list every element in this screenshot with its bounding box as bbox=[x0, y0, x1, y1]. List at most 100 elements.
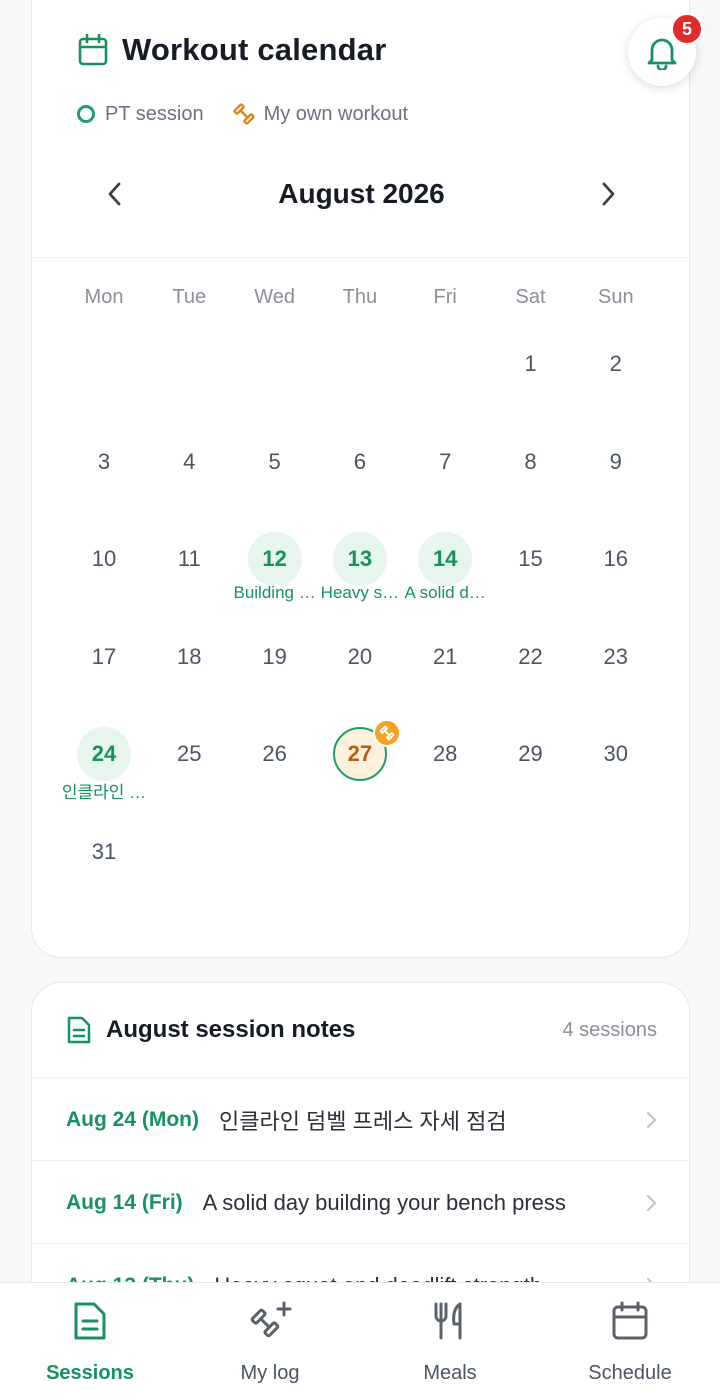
tab-my-log[interactable]: My log bbox=[180, 1283, 360, 1400]
calendar-day-3[interactable]: 3 bbox=[64, 434, 144, 490]
day-number: 13 bbox=[332, 532, 387, 586]
day-number: 17 bbox=[91, 643, 117, 669]
chevron-left-icon bbox=[108, 182, 121, 206]
day-number: 26 bbox=[262, 741, 287, 766]
session-note-row[interactable]: Aug 14 (Fri) A solid day building your be… bbox=[32, 1160, 689, 1244]
calendar-icon bbox=[78, 34, 108, 66]
weekday-header: Fri bbox=[433, 286, 457, 308]
calendar-day-23[interactable]: 23 bbox=[576, 629, 656, 685]
day-number: 12 bbox=[247, 532, 302, 586]
calendar-day-8[interactable]: 8 bbox=[491, 434, 571, 490]
calendar-day-25[interactable]: 25 bbox=[149, 726, 229, 782]
day-number: 3 bbox=[97, 448, 111, 474]
tab-sessions[interactable]: Sessions bbox=[0, 1283, 180, 1400]
document-icon bbox=[67, 1016, 91, 1044]
calendar-day-28[interactable]: 28 bbox=[405, 726, 485, 782]
workout-calendar-card: Workout calendar PT session My own worko… bbox=[31, 0, 691, 958]
day-number: 6 bbox=[353, 448, 367, 474]
notes-header: August session notes 4 sessions bbox=[32, 983, 689, 1077]
month-label: August 2026 bbox=[278, 178, 445, 209]
calendar-day-22[interactable]: 22 bbox=[491, 629, 571, 685]
pt-session-legend-label: PT session bbox=[105, 102, 204, 125]
calendar-day-7[interactable]: 7 bbox=[405, 434, 485, 490]
calendar-day-20[interactable]: 20 bbox=[320, 629, 400, 685]
bottom-tab-bar: Sessions My log Meals Schedule bbox=[0, 1282, 720, 1400]
calendar-day-12[interactable]: 12 bbox=[235, 531, 315, 587]
tab-meals[interactable]: Meals bbox=[360, 1283, 540, 1400]
day-number: 16 bbox=[603, 546, 629, 571]
weekday-header: Sun bbox=[598, 286, 634, 308]
previous-month-button[interactable] bbox=[98, 177, 132, 211]
day-number: 9 bbox=[609, 448, 622, 474]
notes-title: August session notes bbox=[106, 1016, 356, 1043]
calendar-day-16[interactable]: 16 bbox=[576, 531, 656, 587]
calendar-day-1[interactable]: 1 bbox=[491, 336, 571, 392]
calendar-legend: PT session My own workout bbox=[77, 102, 408, 126]
day-number: 29 bbox=[518, 741, 543, 766]
chevron-right-icon bbox=[637, 1110, 657, 1130]
tab-schedule[interactable]: Schedule bbox=[540, 1283, 720, 1400]
pt-session-label: Heavy s… bbox=[320, 583, 400, 602]
session-note-row[interactable]: Aug 24 (Mon) 인클라인 덤벨 프레스 자세 점검 bbox=[32, 1077, 689, 1161]
note-date: Aug 14 (Fri) bbox=[66, 1190, 183, 1214]
calendar-day-4[interactable]: 4 bbox=[149, 434, 229, 490]
session-notes-card: August session notes 4 sessions Aug 24 (… bbox=[31, 982, 690, 1322]
calendar-day-19[interactable]: 19 bbox=[235, 629, 315, 685]
day-number: 8 bbox=[524, 448, 537, 474]
weekday-header: Wed bbox=[254, 286, 295, 308]
calendar-day-15[interactable]: 15 bbox=[491, 531, 571, 587]
own-workout-legend-label: My own workout bbox=[263, 102, 409, 125]
tab-label: My log bbox=[240, 1362, 300, 1384]
calendar-day-17[interactable]: 17 bbox=[64, 629, 144, 685]
calendar-day-5[interactable]: 5 bbox=[235, 434, 315, 490]
calendar-day-31[interactable]: 31 bbox=[64, 824, 144, 880]
page-title: Workout calendar bbox=[122, 32, 387, 67]
calendar-day-9[interactable]: 9 bbox=[576, 434, 656, 490]
day-number: 21 bbox=[432, 643, 458, 669]
day-number: 24 bbox=[77, 727, 131, 781]
day-number: 31 bbox=[91, 838, 117, 864]
calendar-day-2[interactable]: 2 bbox=[576, 336, 656, 392]
calendar-day-30[interactable]: 30 bbox=[576, 726, 656, 782]
calendar-day-6[interactable]: 6 bbox=[320, 434, 400, 490]
chevron-right-icon bbox=[602, 182, 615, 206]
day-number: 23 bbox=[603, 643, 629, 669]
day-number: 20 bbox=[347, 643, 373, 669]
calendar-day-11[interactable]: 11 bbox=[149, 531, 229, 587]
calendar-day-26[interactable]: 26 bbox=[235, 726, 315, 782]
tab-label: Sessions bbox=[46, 1362, 134, 1384]
calendar-title-row: Workout calendar bbox=[78, 32, 386, 68]
day-number: 10 bbox=[91, 546, 117, 571]
day-number: 18 bbox=[177, 643, 202, 669]
calendar-day-18[interactable]: 18 bbox=[149, 629, 229, 685]
note-title: A solid day building your bench press bbox=[202, 1189, 566, 1215]
day-number: 30 bbox=[603, 741, 629, 766]
calendar-day-29[interactable]: 29 bbox=[491, 726, 571, 782]
notifications-button[interactable]: 5 bbox=[628, 12, 704, 86]
pt-session-label: A solid d… bbox=[404, 583, 486, 602]
calendar-icon bbox=[611, 1301, 649, 1346]
calendar-divider bbox=[32, 257, 691, 258]
calendar-day-24[interactable]: 24 bbox=[64, 726, 144, 782]
notes-count: 4 sessions bbox=[562, 1018, 658, 1041]
dumbbell-plus-icon bbox=[248, 1301, 292, 1346]
calendar-day-14[interactable]: 14 bbox=[405, 531, 485, 587]
notification-count-badge: 5 bbox=[670, 12, 704, 46]
document-icon bbox=[72, 1301, 108, 1346]
tab-label: Schedule bbox=[588, 1362, 672, 1384]
day-number: 4 bbox=[183, 448, 196, 474]
month-navigation: August 2026 bbox=[32, 158, 691, 230]
day-number: 14 bbox=[418, 532, 473, 586]
next-month-button[interactable] bbox=[591, 177, 625, 211]
weekday-header: Sat bbox=[515, 286, 546, 308]
weekday-header: Thu bbox=[342, 286, 378, 308]
day-number: 5 bbox=[268, 448, 281, 474]
calendar-day-10[interactable]: 10 bbox=[64, 531, 144, 587]
calendar-day-21[interactable]: 21 bbox=[405, 629, 485, 685]
day-number: 22 bbox=[518, 643, 543, 669]
pt-session-legend-icon bbox=[77, 105, 95, 123]
day-number: 25 bbox=[177, 741, 202, 766]
own-workout-badge bbox=[372, 719, 401, 747]
calendar-day-13[interactable]: 13 bbox=[320, 531, 400, 587]
pt-session-label: Building … bbox=[233, 583, 316, 602]
